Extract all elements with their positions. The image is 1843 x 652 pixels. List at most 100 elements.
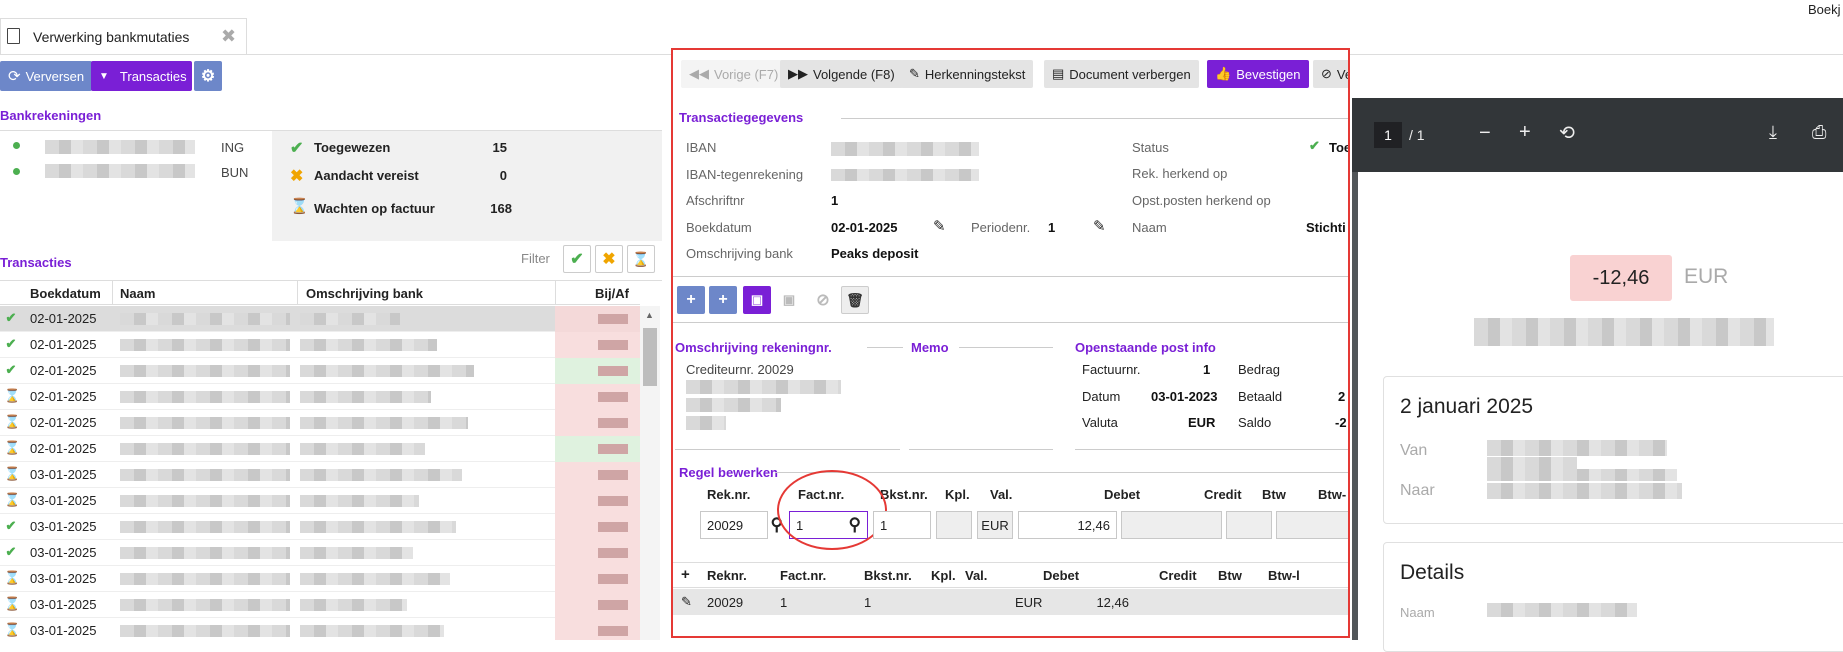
- save-disabled-button[interactable]: ▣: [775, 286, 803, 314]
- settings-button[interactable]: ⚙: [194, 61, 222, 91]
- filter-label: Filter: [521, 251, 550, 266]
- table-row[interactable]: ⌛ 03-01-2025: [0, 592, 640, 618]
- row-date: 02-01-2025: [30, 363, 97, 378]
- refresh-button[interactable]: ⟳ Verversen: [0, 61, 93, 91]
- trash-icon: 🗑: [846, 291, 864, 308]
- valuta-input[interactable]: EUR: [977, 511, 1013, 539]
- edit-date-pencil-icon[interactable]: ✎: [933, 217, 946, 235]
- table-row[interactable]: ⌛ 03-01-2025: [0, 618, 640, 640]
- row-date: 03-01-2025: [30, 519, 97, 534]
- filter-wait-button[interactable]: ⌛: [627, 245, 655, 273]
- hourglass-icon: ⌛: [4, 492, 21, 507]
- plus-icon[interactable]: +: [681, 566, 690, 583]
- memo-title: Memo: [911, 340, 949, 355]
- table-row[interactable]: ✔ 02-01-2025: [0, 332, 640, 358]
- caret-down-icon: ▼: [99, 70, 109, 82]
- save-line-button[interactable]: ▣: [743, 286, 771, 314]
- table-row[interactable]: ⌛ 03-01-2025: [0, 462, 640, 488]
- date-title: 2 januari 2025: [1400, 395, 1534, 418]
- table-row[interactable]: ✎ 20029 1 1 EUR 12,46: [673, 589, 1348, 615]
- amount-badge: -12,46: [1570, 255, 1672, 301]
- row-date: 03-01-2025: [30, 623, 97, 638]
- gear-icon: ⚙: [200, 68, 216, 85]
- status-check-icon: ✔: [1309, 138, 1320, 153]
- currency-label: EUR: [1684, 265, 1729, 288]
- table-row[interactable]: ⌛ 03-01-2025: [0, 566, 640, 592]
- close-icon[interactable]: ✖: [221, 26, 236, 47]
- detail-panel: ◀◀ Vorige (F7) ▶▶ Volgende (F8) ✎ Herkennin…: [671, 48, 1350, 638]
- table-row[interactable]: ✔ 02-01-2025: [0, 358, 640, 384]
- transactions-button[interactable]: ▼ Transacties: [91, 61, 192, 91]
- pencil-icon: ✎: [909, 66, 920, 81]
- omschrijving-rek-title: Omschrijving rekeningnr.: [675, 340, 832, 355]
- document-icon: [7, 28, 20, 44]
- hourglass-icon: ⌛: [4, 440, 21, 455]
- table-row[interactable]: ⌛ 02-01-2025: [0, 436, 640, 462]
- document-tab[interactable]: Verwerking bankmutaties ✖: [0, 18, 247, 54]
- skip-forward-icon: ▶▶: [788, 66, 808, 81]
- filter-ok-button[interactable]: ✔: [563, 245, 591, 273]
- row-date: 02-01-2025: [30, 415, 97, 430]
- hourglass-icon: ⌛: [4, 466, 21, 481]
- rotate-icon[interactable]: ⟲: [1559, 122, 1575, 145]
- trash-button[interactable]: 🗑: [841, 286, 869, 314]
- thumbs-up-icon: 👍: [1215, 66, 1232, 81]
- edit-pencil-icon[interactable]: ✎: [681, 594, 692, 610]
- row-date: 02-01-2025: [30, 389, 97, 404]
- recognition-text-button[interactable]: ✎ Herkenningstekst: [901, 60, 1034, 88]
- bkstnr-input[interactable]: 1: [873, 511, 931, 539]
- table-row[interactable]: ✔ 02-01-2025: [0, 306, 640, 332]
- scrollbar[interactable]: ▲: [640, 306, 660, 640]
- row-date: 02-01-2025: [30, 337, 97, 352]
- check-icon: ✔: [5, 544, 17, 559]
- bank-bun: BUN: [221, 165, 249, 180]
- pdf-page: -12,46 EUR 2 januari 2025 Van Naar Detai…: [1358, 172, 1843, 652]
- refresh-icon: ⟳: [8, 68, 21, 85]
- add-line-button[interactable]: +: [677, 286, 705, 314]
- status-dot-icon: [13, 142, 20, 149]
- download-icon[interactable]: ⤓: [1769, 122, 1777, 143]
- row-date: 03-01-2025: [30, 493, 97, 508]
- bank-ing: ING: [221, 140, 245, 155]
- next-button[interactable]: ▶▶ Volgende (F8): [780, 60, 903, 88]
- transactions-list: ✔ 02-01-2025 ✔ 02-01-2025 ✔ 02-01-2025 ⌛ 02-01-…: [0, 306, 640, 640]
- pdf-viewer: 1 / 1 − + ⟲ ⤓ ⎙ -12,46 EUR 2 januari 202…: [1352, 98, 1843, 652]
- zoom-out-icon[interactable]: −: [1479, 122, 1491, 145]
- bank-list: ING BUN: [0, 131, 272, 185]
- add-multi-line-button[interactable]: +: [709, 286, 737, 314]
- filter-attention-button[interactable]: ✖: [595, 245, 623, 273]
- print-icon[interactable]: ⎙: [1812, 122, 1826, 143]
- transactiegegevens-title: Transactiegegevens: [679, 110, 804, 125]
- delete-button[interactable]: ⊘Verwijderen: [1313, 60, 1348, 88]
- page-input[interactable]: 1: [1374, 122, 1402, 148]
- check-icon: ✔: [5, 518, 17, 533]
- warning-icon: ✖: [290, 168, 304, 185]
- bankrekeningen-title: Bankrekeningen: [0, 108, 102, 123]
- zoom-in-icon[interactable]: +: [1519, 121, 1531, 144]
- table-row[interactable]: ✔ 03-01-2025: [0, 540, 640, 566]
- top-right-label: Boekj: [1808, 2, 1841, 17]
- table-row[interactable]: ⌛ 03-01-2025: [0, 488, 640, 514]
- transacties-title: Transacties: [0, 255, 72, 270]
- check-icon: ✔: [290, 140, 304, 157]
- credit-input[interactable]: [1121, 511, 1222, 539]
- table-row[interactable]: ✔ 03-01-2025: [0, 514, 640, 540]
- btw-amount-input[interactable]: [1276, 511, 1348, 539]
- table-row[interactable]: ⌛ 02-01-2025: [0, 410, 640, 436]
- row-date: 03-01-2025: [30, 597, 97, 612]
- rekeningnr-input[interactable]: 20029 ⚲: [700, 511, 783, 539]
- scroll-up-icon[interactable]: ▲: [645, 310, 654, 320]
- row-date: 02-01-2025: [30, 441, 97, 456]
- btw-input[interactable]: [1226, 511, 1272, 539]
- hide-document-button[interactable]: ▤ Document verbergen: [1044, 60, 1199, 88]
- edit-period-pencil-icon[interactable]: ✎: [1093, 217, 1106, 235]
- table-row[interactable]: ⌛ 02-01-2025: [0, 384, 640, 410]
- save-icon: ▣: [750, 292, 764, 307]
- kpl-input[interactable]: [936, 511, 972, 539]
- cancel-button[interactable]: ⊘: [809, 286, 837, 314]
- transactions-header: Boekdatum Naam Omschrijving bank Bij/Af: [0, 281, 640, 305]
- confirm-button[interactable]: 👍 Bevestigen: [1207, 60, 1309, 88]
- row-date: 03-01-2025: [30, 467, 97, 482]
- debet-input[interactable]: 12,46: [1018, 511, 1117, 539]
- prev-button[interactable]: ◀◀ Vorige (F7): [681, 60, 787, 88]
